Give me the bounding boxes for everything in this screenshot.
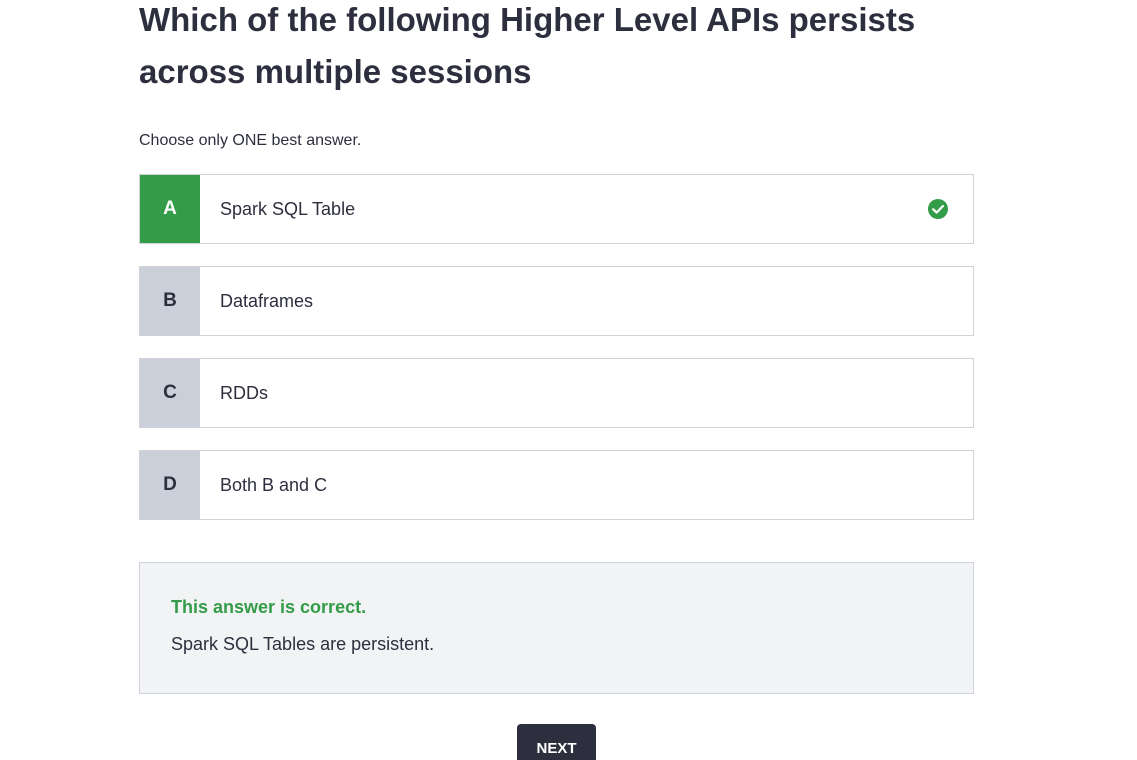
option-text: RDDs [220,382,268,403]
option-text: Dataframes [220,290,314,311]
option-letter: D [140,451,200,519]
answer-feedback-panel: This answer is correct. Spark SQL Tables… [139,562,974,694]
answer-option-d[interactable]: D Both B and C [139,450,974,520]
question-title: Which of the following Higher Level APIs… [139,1,916,90]
answer-option-b[interactable]: B Dataframes [139,266,974,336]
option-letter: A [140,175,200,243]
option-letter: C [140,359,200,427]
next-button[interactable]: NEXT [517,724,596,760]
feedback-explanation: Spark SQL Tables are persistent. [171,634,435,654]
answer-option-a[interactable]: A Spark SQL Table [139,174,974,244]
feedback-status: This answer is correct. [171,597,367,617]
check-circle-icon [903,175,973,243]
option-text: Both B and C [220,474,328,495]
option-text: Spark SQL Table [220,198,356,219]
option-letter: B [140,267,200,335]
quiz-page: Which of the following Higher Level APIs… [0,0,1137,760]
answer-option-c[interactable]: C RDDs [139,358,974,428]
question-instruction: Choose only ONE best answer. [139,132,362,149]
answer-options: A Spark SQL Table B Dataframes C RDDs D … [139,174,974,542]
